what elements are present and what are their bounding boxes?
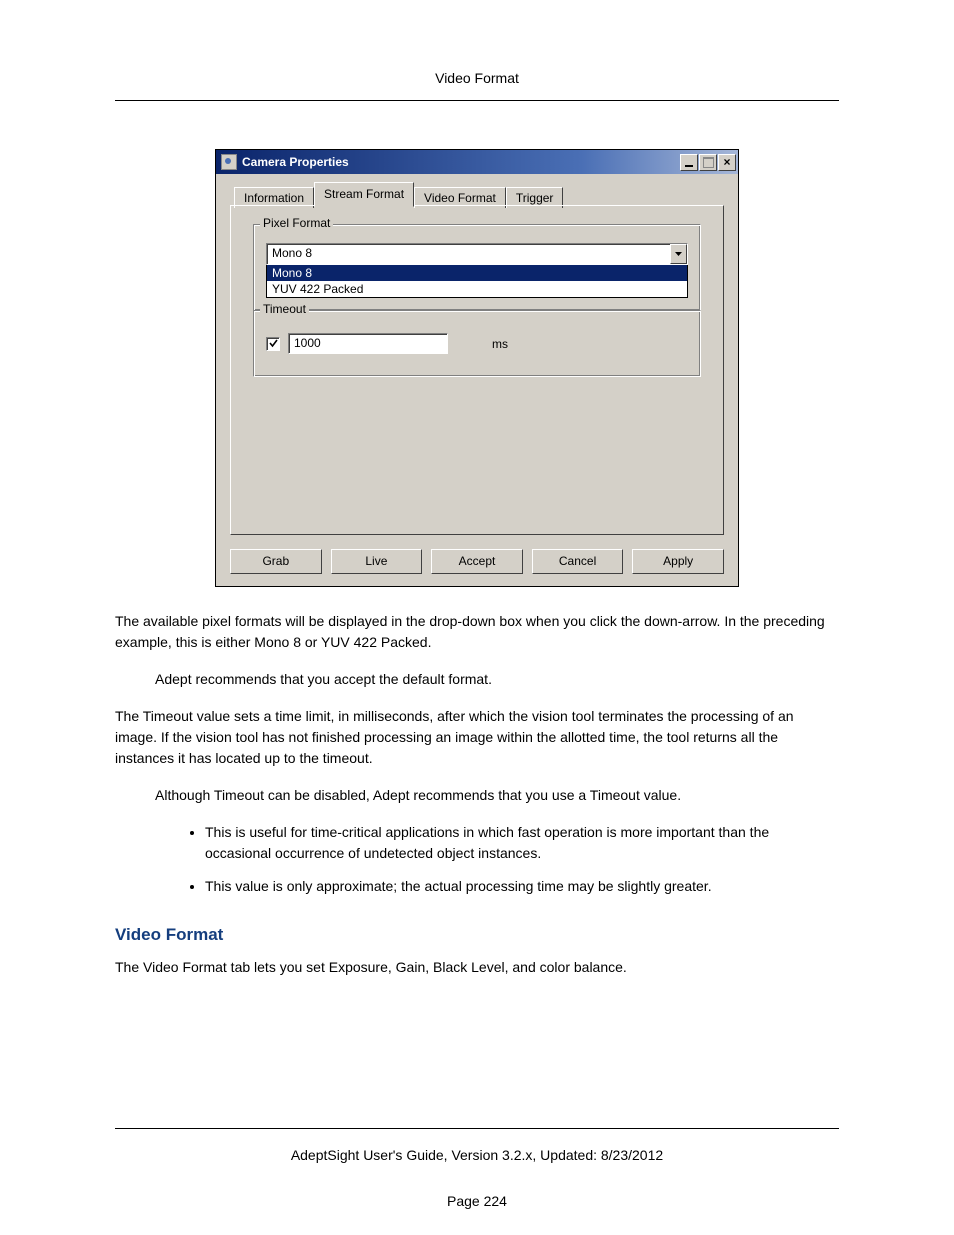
document-body: The available pixel formats will be disp… [115,611,839,978]
paragraph: Adept recommends that you accept the def… [155,669,839,690]
cancel-button[interactable]: Cancel [532,549,624,574]
dialog-title: Camera Properties [242,155,679,169]
section-heading-video-format: Video Format [115,925,839,945]
pixel-format-combo[interactable]: Mono 8 [266,243,688,265]
page-number: Page 224 [115,1193,839,1209]
list-item: This is useful for time-critical applica… [205,822,839,864]
dropdown-item-mono8[interactable]: Mono 8 [267,265,687,281]
pixel-format-label: Pixel Format [260,216,333,230]
page-footer: AdeptSight User's Guide, Version 3.2.x, … [115,1128,839,1209]
paragraph: Although Timeout can be disabled, Adept … [155,785,839,806]
camera-properties-dialog: Camera Properties × Information Stream F… [215,149,739,587]
dialog-titlebar[interactable]: Camera Properties × [216,150,738,174]
chevron-down-icon [675,252,682,256]
timeout-input[interactable]: 1000 [288,333,448,354]
maximize-button [699,154,717,171]
timeout-unit: ms [492,337,508,351]
live-button[interactable]: Live [331,549,423,574]
page-header-title: Video Format [115,70,839,86]
close-button[interactable]: × [718,154,736,171]
timeout-group: Timeout 1000 ms [253,310,701,377]
paragraph: The Timeout value sets a time limit, in … [115,706,839,769]
pixel-format-group: Pixel Format Mono 8 Mono 8 YUV 422 Packe… [253,224,701,311]
tab-panel-stream-format: Pixel Format Mono 8 Mono 8 YUV 422 Packe… [230,205,724,535]
pixel-format-dropdown: Mono 8 YUV 422 Packed [266,264,688,298]
paragraph: The available pixel formats will be disp… [115,611,839,653]
dropdown-item-yuv422[interactable]: YUV 422 Packed [267,281,687,297]
timeout-checkbox[interactable] [266,337,280,351]
app-icon [221,154,237,170]
list-item: This value is only approximate; the actu… [205,876,839,897]
footer-rule [115,1128,839,1129]
tab-strip: Information Stream Format Video Format T… [234,184,724,206]
combo-dropdown-button[interactable] [670,244,687,264]
header-rule [115,100,839,101]
apply-button[interactable]: Apply [632,549,724,574]
check-icon [269,339,278,348]
tab-stream-format[interactable]: Stream Format [314,182,414,207]
footer-line: AdeptSight User's Guide, Version 3.2.x, … [115,1147,839,1163]
timeout-label: Timeout [260,302,309,316]
minimize-button[interactable] [680,154,698,171]
bullet-list: This is useful for time-critical applica… [115,822,839,897]
dialog-button-row: Grab Live Accept Cancel Apply [230,549,724,574]
accept-button[interactable]: Accept [431,549,523,574]
grab-button[interactable]: Grab [230,549,322,574]
paragraph: The Video Format tab lets you set Exposu… [115,957,839,978]
